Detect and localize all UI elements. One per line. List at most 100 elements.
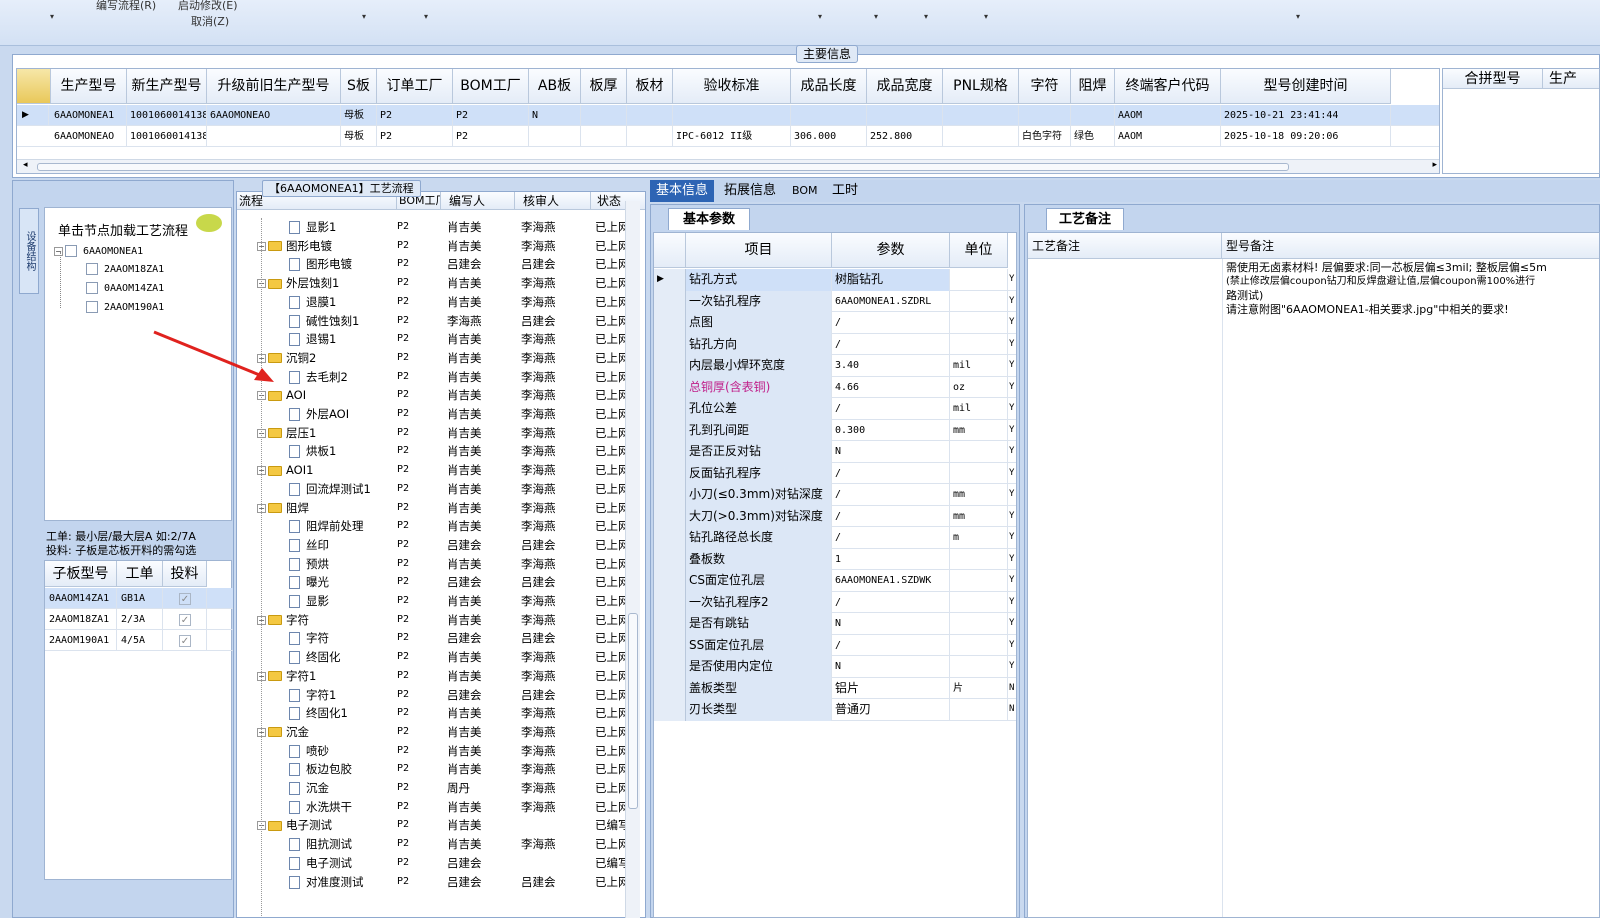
flow-row[interactable]: −阻焊P2肖吉美李海燕已上网 <box>237 499 631 518</box>
tab-extended-info[interactable]: 拓展信息 <box>718 180 782 202</box>
param-cell[interactable]: 铝片 <box>832 677 950 699</box>
param-cell[interactable]: / <box>832 591 950 613</box>
param-row[interactable]: 是否使用内定位 N Y <box>654 656 1016 678</box>
flow-row[interactable]: −外层蚀刻1P2肖吉美李海燕已上网 <box>237 274 631 293</box>
row-selector[interactable]: ▶ <box>654 269 686 291</box>
row-selector[interactable] <box>654 376 686 398</box>
flow-row[interactable]: 外层AOI P2 肖吉美 李海燕 已上网 <box>237 405 631 424</box>
dropdown-arrow-icon[interactable]: ▾ <box>818 12 822 21</box>
tab-work-hours[interactable]: 工时 <box>826 180 864 202</box>
column-header[interactable]: 板材 <box>627 69 673 104</box>
row-selector[interactable] <box>654 548 686 570</box>
scroll-right-icon[interactable]: ▸ <box>1432 160 1437 170</box>
param-cell[interactable]: / <box>832 398 950 420</box>
tab-bom[interactable]: BOM <box>786 180 824 202</box>
param-row[interactable]: 一次钻孔程序2/ Y <box>654 591 1016 613</box>
param-cell[interactable]: 1 <box>832 548 950 570</box>
flow-row[interactable]: 显影 P2 肖吉美 李海燕 已上网 <box>237 592 631 611</box>
param-row[interactable]: 大刀(>0.3mm)对钻深度 / mm Y <box>654 505 1016 527</box>
flow-row[interactable]: 沉金 P2 周丹 李海燕 已上网 <box>237 779 631 798</box>
flow-row[interactable]: 阻焊前处理 P2 肖吉美 李海燕 已上网 <box>237 517 631 536</box>
column-header[interactable]: 验收标准 <box>673 69 791 104</box>
merge-model-grid[interactable]: 合拼型号 生产 <box>1442 68 1600 174</box>
param-row[interactable]: 是否有跳钻 N Y <box>654 613 1016 635</box>
flow-row[interactable]: 烘板1 P2 肖吉美 李海燕 已上网 <box>237 442 631 461</box>
param-row[interactable]: 盖板类型 铝片片 N <box>654 677 1016 699</box>
row-selector[interactable] <box>654 570 686 592</box>
column-header[interactable]: 新生产型号 <box>127 69 207 104</box>
flow-row[interactable]: 显影1 P2 肖吉美 李海燕 已上网 <box>237 218 631 237</box>
tree-node-root[interactable]: −6AAOMONEA1 <box>54 244 143 260</box>
flow-row[interactable]: 丝印 P2 吕建会 吕建会 已上网 <box>237 536 631 555</box>
column-header[interactable]: 订单工厂 <box>377 69 453 104</box>
param-row[interactable]: 孔到孔间距 0.300 mm Y <box>654 419 1016 441</box>
row-selector[interactable] <box>654 441 686 463</box>
param-row[interactable]: 点图 / Y <box>654 312 1016 334</box>
remarks-grid[interactable]: 工艺备注 型号备注 需使用无卤素材料! 层偏要求:同一芯板层偏≤3mil; 整板… <box>1027 232 1600 918</box>
column-header[interactable]: 字符 <box>1019 69 1071 104</box>
column-header[interactable]: 终端客户代码 <box>1115 69 1221 104</box>
param-row[interactable]: 内层最小焊环宽度 3.40 mil Y <box>654 355 1016 377</box>
param-row[interactable]: 叠板数 1 Y <box>654 548 1016 570</box>
dropdown-arrow-icon[interactable]: ▾ <box>924 12 928 21</box>
param-cell[interactable]: 3.40 <box>832 355 950 377</box>
dropdown-arrow-icon[interactable]: ▾ <box>362 12 366 21</box>
menu-start-modify[interactable]: 启动修改(E) <box>178 0 238 13</box>
param-cell[interactable]: / <box>832 527 950 549</box>
flow-row[interactable]: 去毛刺2 P2 肖吉美 李海燕 已上网 <box>237 368 631 387</box>
tree-node-child[interactable]: 2AAOM18ZA1 <box>86 262 164 278</box>
flow-row[interactable]: −层压1P2肖吉美李海燕已上网 <box>237 424 631 443</box>
param-row[interactable]: 钻孔方向 / Y <box>654 333 1016 355</box>
table-row[interactable]: 2AAOM190A1 4/5A ✓ <box>45 630 233 651</box>
vertical-scrollbar[interactable] <box>625 201 640 918</box>
row-selector[interactable] <box>654 634 686 656</box>
flow-row[interactable]: −沉金P2肖吉美李海燕已上网 <box>237 723 631 742</box>
column-header[interactable]: 阻焊 <box>1071 69 1115 104</box>
flow-row[interactable]: 预烘 P2 肖吉美 李海燕 已上网 <box>237 555 631 574</box>
flow-row[interactable]: −电子测试P2肖吉美已编写 <box>237 816 631 835</box>
param-row[interactable]: 反面钻孔程序 / Y <box>654 462 1016 484</box>
row-selector[interactable] <box>654 312 686 334</box>
row-selector[interactable] <box>654 527 686 549</box>
row-selector[interactable] <box>654 677 686 699</box>
param-cell[interactable]: / <box>832 312 950 334</box>
param-cell[interactable]: N <box>832 656 950 678</box>
param-row[interactable]: CS面定位孔层 6AAOMONEA1.SZDWK Y <box>654 570 1016 592</box>
param-row[interactable]: 孔位公差 / mil Y <box>654 398 1016 420</box>
flow-row[interactable]: −图形电镀P2肖吉美李海燕已上网 <box>237 237 631 256</box>
column-header[interactable]: 升级前旧生产型号 <box>207 69 341 104</box>
flow-row[interactable]: 对准度测试 P2 吕建会 吕建会 已上网 <box>237 873 631 892</box>
column-header[interactable]: 型号创建时间 <box>1221 69 1391 104</box>
dropdown-arrow-icon[interactable]: ▾ <box>1296 12 1300 21</box>
flow-row[interactable]: 阻抗测试 P2 肖吉美 李海燕 已上网 <box>237 835 631 854</box>
feed-checkbox[interactable]: ✓ <box>179 614 191 626</box>
horizontal-scrollbar[interactable]: ◂ ▸ <box>17 159 1439 173</box>
flow-row[interactable]: 喷砂 P2 肖吉美 李海燕 已上网 <box>237 742 631 761</box>
param-row[interactable]: 总铜厚(含表铜) 4.66 oz Y <box>654 376 1016 398</box>
process-flow-panel[interactable]: 流程 BOM工厂 编写人 核审人 状态 显影1P2肖吉美李海燕已上网−图形电镀P… <box>236 191 646 918</box>
tree-node-child[interactable]: 0AAOM14ZA1 <box>86 281 164 297</box>
flow-row[interactable]: −字符1P2肖吉美李海燕已上网 <box>237 667 631 686</box>
row-selector[interactable] <box>654 656 686 678</box>
flow-row[interactable]: 回流焊测试1 P2 肖吉美 李海燕 已上网 <box>237 480 631 499</box>
flow-row[interactable]: 字符1 P2 吕建会 吕建会 已上网 <box>237 686 631 705</box>
flow-row[interactable]: −AOIP2肖吉美李海燕已上网 <box>237 386 631 405</box>
param-cell[interactable]: 0.300 <box>832 419 950 441</box>
scroll-thumb[interactable] <box>37 163 1289 171</box>
column-header[interactable]: 成品长度 <box>791 69 867 104</box>
flow-row[interactable]: −沉铜2P2肖吉美李海燕已上网 <box>237 349 631 368</box>
table-row[interactable]: 6AAOMONEA1 10010600141381 6AAOMONEAO 母板 P2 P2… <box>17 105 1439 126</box>
row-selector[interactable] <box>654 355 686 377</box>
scroll-thumb[interactable] <box>628 613 638 809</box>
flow-row[interactable]: 退膜1 P2 肖吉美 李海燕 已上网 <box>237 293 631 312</box>
checkbox[interactable] <box>86 282 98 294</box>
param-cell[interactable]: 4.66 <box>832 376 950 398</box>
column-header[interactable]: PNL规格 <box>943 69 1019 104</box>
param-row[interactable]: 小刀(≤0.3mm)对钻深度 / mm Y <box>654 484 1016 506</box>
subboard-grid[interactable]: 子板型号 工单 投料 0AAOM14ZA1 GB1A ✓ 2AAOM18ZA1 2/3A… <box>44 560 233 880</box>
row-selector[interactable] <box>654 484 686 506</box>
param-cell[interactable]: / <box>832 462 950 484</box>
column-header[interactable]: 板厚 <box>581 69 627 104</box>
flow-row[interactable]: 终固化 P2 肖吉美 李海燕 已上网 <box>237 648 631 667</box>
param-row[interactable]: 刃长类型 普通刃 N <box>654 699 1016 721</box>
